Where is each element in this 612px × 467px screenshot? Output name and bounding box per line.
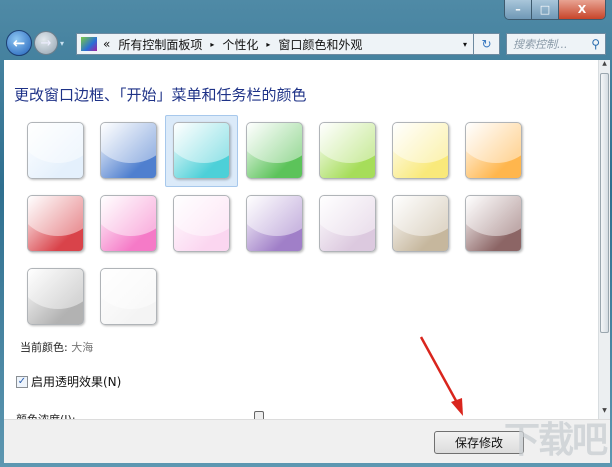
color-swatch-taupe[interactable]: [392, 195, 449, 252]
navigation-buttons: ← → ▾: [6, 30, 64, 56]
minimize-button[interactable]: –: [505, 0, 532, 19]
intensity-label: 颜色浓度(I):: [16, 411, 76, 419]
recent-pages-dropdown[interactable]: ▾: [60, 39, 64, 48]
current-color: 当前颜色: 大海: [20, 339, 93, 355]
color-swatch-blush[interactable]: [173, 195, 230, 252]
color-swatch-lime[interactable]: [319, 122, 376, 179]
color-swatch-sea[interactable]: [173, 122, 230, 179]
color-swatch-sky[interactable]: [27, 122, 84, 179]
control-panel-icon: [81, 37, 97, 51]
transparency-checkbox[interactable]: ✓ 启用透明效果(N): [16, 373, 121, 390]
search-input[interactable]: 搜索控制... ⚲: [506, 33, 606, 55]
breadcrumb-separator-icon[interactable]: ▸: [266, 40, 270, 49]
color-swatch-slate[interactable]: [27, 268, 84, 325]
color-swatch-orange[interactable]: [465, 122, 522, 179]
checkbox-checked-icon[interactable]: ✓: [16, 375, 28, 388]
refresh-button[interactable]: ↻: [474, 33, 500, 55]
address-overflow[interactable]: «: [103, 37, 110, 51]
window-controls: – □ X: [504, 0, 606, 20]
close-button[interactable]: X: [559, 0, 605, 19]
page-title: 更改窗口边框、「开始」菜单和任务栏的颜色: [14, 86, 307, 104]
intensity-slider-thumb[interactable]: [254, 411, 264, 419]
transparency-label: 启用透明效果(N): [31, 375, 122, 389]
color-swatch-ruby[interactable]: [27, 195, 84, 252]
color-swatch-fuchsia[interactable]: [100, 195, 157, 252]
search-placeholder: 搜索控制...: [513, 38, 568, 51]
breadcrumb-all-items[interactable]: 所有控制面板项: [118, 36, 202, 53]
scrollbar-thumb[interactable]: [600, 73, 609, 333]
color-swatch-lemon[interactable]: [392, 122, 449, 179]
vertical-scrollbar[interactable]: ▲ ▼: [598, 60, 610, 419]
current-color-label: 当前颜色:: [20, 341, 68, 354]
address-dropdown-icon[interactable]: ▾: [463, 40, 467, 49]
scroll-up-icon[interactable]: ▲: [599, 60, 610, 72]
color-swatch-violet[interactable]: [246, 195, 303, 252]
current-color-value: 大海: [71, 341, 94, 354]
back-button[interactable]: ←: [6, 30, 32, 56]
breadcrumb-window-color[interactable]: 窗口颜色和外观: [278, 36, 362, 53]
color-swatch-chocolate[interactable]: [465, 195, 522, 252]
color-swatch-twilight[interactable]: [100, 122, 157, 179]
search-icon[interactable]: ⚲: [591, 37, 600, 51]
breadcrumb-personalization[interactable]: 个性化: [222, 36, 258, 53]
maximize-button[interactable]: □: [532, 0, 559, 19]
breadcrumb-separator-icon[interactable]: ▸: [210, 40, 214, 49]
address-bar[interactable]: « 所有控制面板项 ▸ 个性化 ▸ 窗口颜色和外观 ▾: [76, 33, 474, 55]
forward-button[interactable]: →: [34, 31, 58, 55]
color-swatch-leaf[interactable]: [246, 122, 303, 179]
color-swatch-lavender[interactable]: [319, 195, 376, 252]
content-pane: 更改窗口边框、「开始」菜单和任务栏的颜色 当前颜色: 大海 ✓ 启用透明效果(N…: [4, 60, 598, 419]
watermark: 下载吧: [503, 420, 608, 461]
color-swatch-frost[interactable]: [100, 268, 157, 325]
